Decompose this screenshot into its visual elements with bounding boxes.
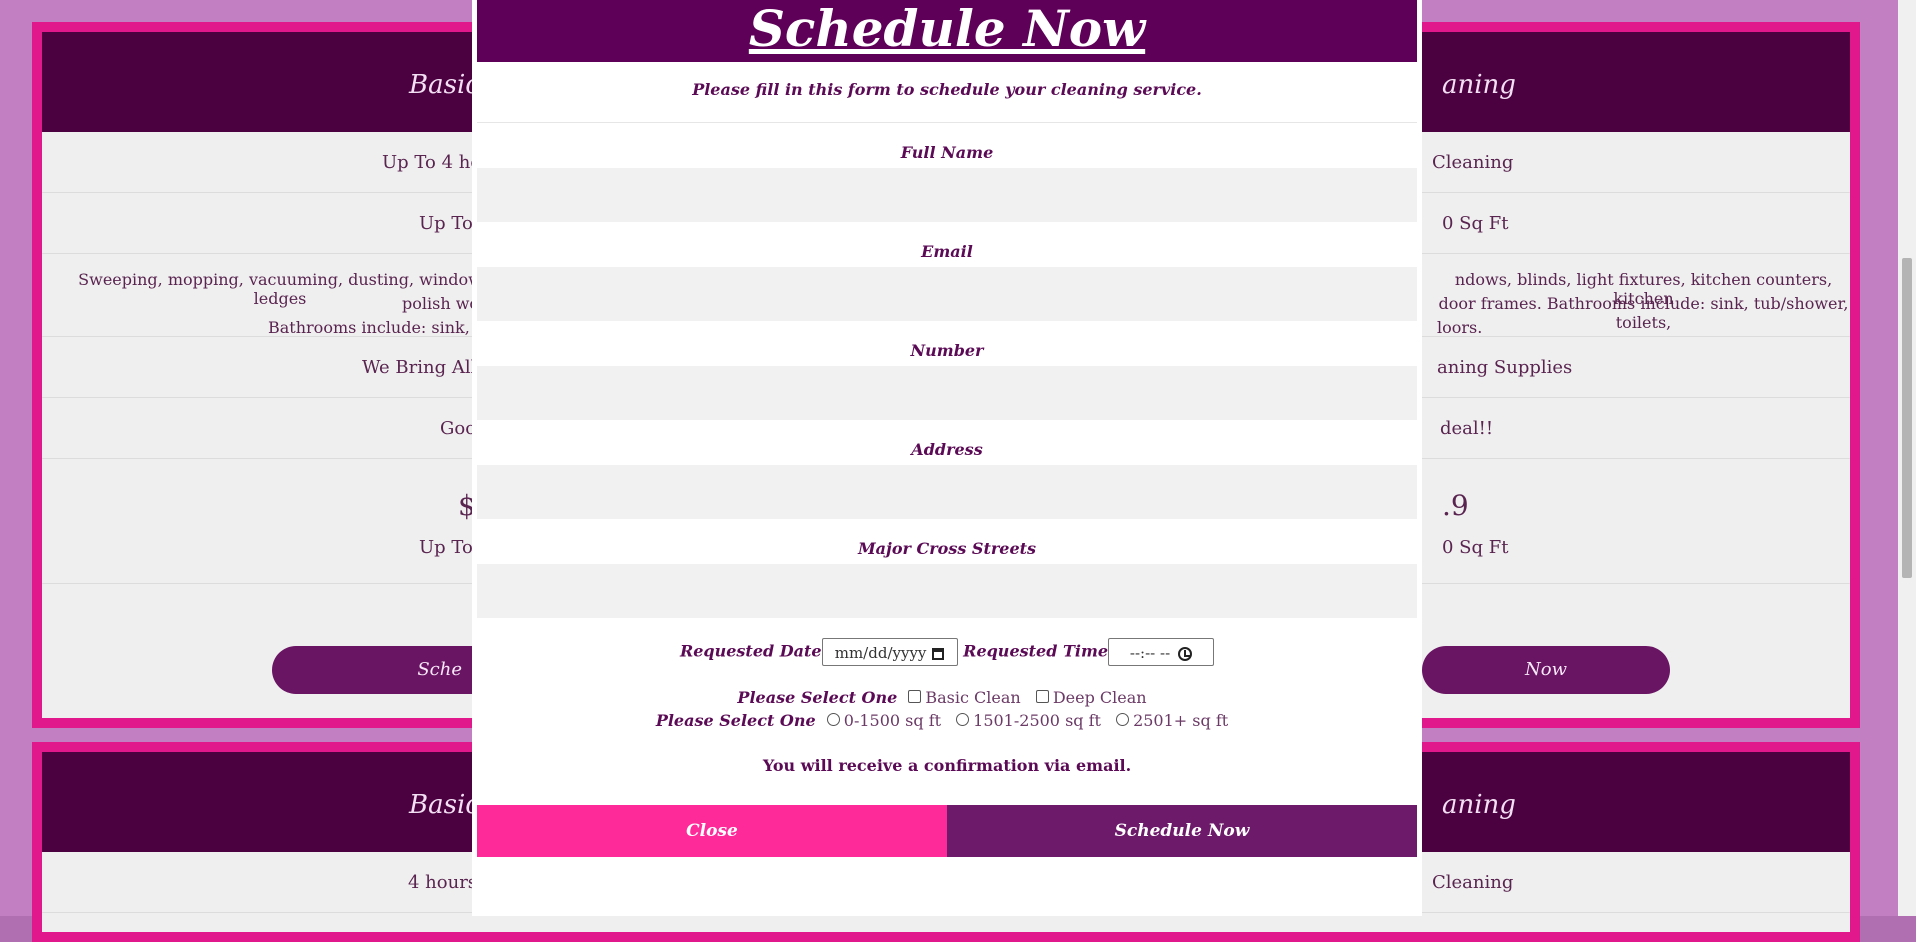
email-input[interactable] (477, 267, 1417, 321)
requested-date-label: Requested Date (679, 641, 822, 661)
feature-text: 0 Sq Ft (1442, 537, 1509, 558)
feature-text: Bathrooms include: sink, tul (268, 318, 497, 337)
requested-time-input[interactable]: --:-- -- (1108, 638, 1215, 666)
page-scrollbar[interactable] (1898, 0, 1916, 916)
size-select-row: Please Select One 0-1500 sq ft 1501-2500… (477, 709, 1417, 732)
option-label: Basic Clean (925, 688, 1021, 707)
form-intro: Please fill in this form to schedule you… (477, 62, 1417, 123)
deep-clean-checkbox[interactable] (1035, 690, 1049, 703)
feature-text: door frames. Bathrooms include: sink, tu… (1438, 294, 1849, 332)
feature-text: polish wo (402, 294, 480, 313)
feature-text: deal!! (1440, 418, 1494, 439)
modal-title: Schedule Now (748, 0, 1146, 58)
feature-text: 0 Sq Ft (1442, 213, 1509, 234)
feature-text: Cleaning (1432, 872, 1514, 893)
clock-icon[interactable] (1178, 647, 1193, 661)
size-option-medium[interactable]: 1501-2500 sq ft (956, 709, 1101, 732)
feature-text: Up To (419, 537, 473, 558)
date-placeholder: mm/dd/yyyy (834, 644, 927, 662)
feature-text: Up To (419, 213, 473, 234)
option-label: 2501+ sq ft (1133, 711, 1229, 730)
requested-date-input[interactable]: mm/dd/yyyy (821, 638, 958, 666)
address-input[interactable] (477, 465, 1417, 519)
size-select-label: Please Select One (655, 711, 816, 730)
size-option-small[interactable]: 0-1500 sq ft (826, 709, 942, 732)
size-large-radio[interactable] (1116, 713, 1130, 726)
address-label: Address (911, 440, 983, 459)
feature-text: Goo (440, 418, 477, 439)
phone-number-input[interactable] (477, 366, 1417, 420)
size-small-radio[interactable] (826, 713, 840, 726)
feature-text: 4 hours (408, 872, 478, 893)
service-select-label: Please Select One (737, 688, 898, 707)
full-name-label: Full Name (900, 143, 994, 162)
feature-text: Cleaning (1432, 152, 1514, 173)
plan-price: .9 (1442, 489, 1469, 522)
close-button[interactable]: Close (477, 805, 947, 857)
size-medium-radio[interactable] (956, 713, 970, 726)
date-time-row: Requested Date mm/dd/yyyy Requested Time -… (477, 638, 1417, 678)
cross-streets-input[interactable] (477, 564, 1417, 618)
size-option-large[interactable]: 2501+ sq ft (1116, 709, 1228, 732)
feature-text: loors. (1437, 318, 1483, 337)
full-name-input[interactable] (477, 168, 1417, 222)
modal-header: Schedule Now (477, 0, 1417, 62)
basic-clean-option[interactable]: Basic Clean (908, 686, 1021, 709)
calendar-icon[interactable] (932, 648, 945, 660)
feature-text: aning Supplies (1437, 357, 1573, 378)
time-placeholder: --:-- -- (1129, 644, 1171, 662)
confirmation-note: You will receive a confirmation via emai… (762, 756, 1132, 775)
option-label: 0-1500 sq ft (843, 711, 942, 730)
option-label: 1501-2500 sq ft (973, 711, 1101, 730)
deep-clean-option[interactable]: Deep Clean (1035, 686, 1147, 709)
plan-title-deep: aning (1442, 70, 1516, 100)
cross-streets-label: Major Cross Streets (857, 539, 1037, 558)
plan-title-deep: aning (1442, 790, 1516, 820)
schedule-deep-button[interactable]: Now (1422, 646, 1670, 694)
service-select-row: Please Select One Basic Clean Deep Clean (477, 686, 1417, 709)
email-label: Email (921, 242, 973, 261)
scrollbar-thumb[interactable] (1902, 258, 1912, 578)
option-label: Deep Clean (1052, 688, 1147, 707)
number-label: Number (910, 341, 984, 360)
requested-time-label: Requested Time (963, 641, 1109, 661)
button-label: Now (1525, 659, 1567, 680)
modal-footer: Close Schedule Now (477, 805, 1417, 857)
schedule-modal: Schedule Now Please fill in this form to… (472, 0, 1422, 916)
schedule-now-button[interactable]: Schedule Now (947, 805, 1417, 857)
basic-clean-checkbox[interactable] (908, 690, 922, 703)
